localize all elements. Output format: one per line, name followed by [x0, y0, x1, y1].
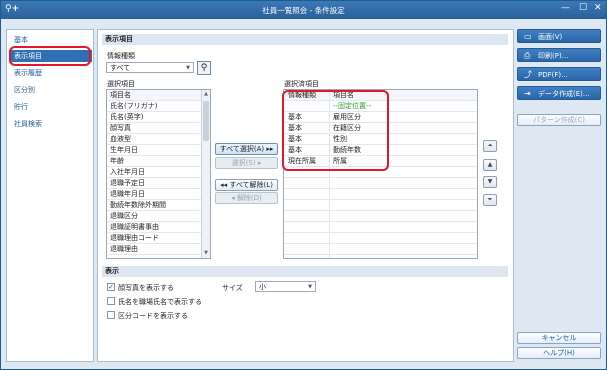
- move-top-button[interactable]: ⏶: [483, 140, 497, 152]
- sidebar-item-display-history[interactable]: 表示履歴: [11, 67, 92, 79]
- selected-label: 選択済項目: [284, 80, 319, 88]
- double-arrow-left-icon: ◂◂: [220, 181, 228, 189]
- selection-header: 項目名: [107, 90, 203, 101]
- scroll-thumb[interactable]: [203, 101, 209, 141]
- show-photo-checkbox[interactable]: ✓: [107, 283, 115, 291]
- search-button[interactable]: ⚲: [197, 61, 211, 75]
- pdf-button[interactable]: ⤴ PDF(F)...: [517, 67, 601, 81]
- workplace-name-label: 氏名を職場氏名で表示する: [118, 298, 202, 306]
- create-pattern-button[interactable]: パターン作成(C): [517, 114, 601, 126]
- move-down-button[interactable]: ▼: [483, 176, 497, 188]
- main-panel: 表示項目 情報種類 すべて ▼ ⚲ 選択項目 項目名 氏名(フリガナ) 氏名(英…: [97, 29, 514, 362]
- info-type-label: 情報種類: [107, 52, 135, 60]
- list-item[interactable]: 退職区分: [107, 211, 203, 222]
- list-item[interactable]: 退職理由コード: [107, 233, 203, 244]
- maximize-icon[interactable]: ☐: [579, 3, 587, 13]
- chevron-down-icon: ▼: [308, 284, 312, 290]
- list-item[interactable]: 退職予定日: [107, 178, 203, 189]
- move-bottom-icon: ⏷: [487, 196, 493, 203]
- deselect-all-button[interactable]: ◂◂ すべて解除(L): [215, 179, 278, 191]
- size-value: 小: [259, 283, 266, 291]
- table-row: [284, 233, 477, 244]
- close-icon[interactable]: ✕: [594, 3, 602, 13]
- create-data-button[interactable]: ⇥ データ作成(E)...: [517, 86, 601, 100]
- info-type-select[interactable]: すべて ▼: [106, 62, 194, 73]
- sidebar: 基本 表示項目 表示履歴 区分別 貯行 社員検索: [6, 29, 94, 362]
- table-row: [284, 244, 477, 255]
- screen-button[interactable]: ▭ 画面(V): [517, 29, 601, 43]
- selection-scrollbar[interactable]: ▲ ▼: [201, 90, 210, 258]
- double-arrow-right-icon: ▸▸: [266, 145, 274, 153]
- selection-label: 選択項目: [107, 80, 135, 88]
- size-select[interactable]: 小 ▼: [255, 281, 316, 292]
- list-item[interactable]: 顔写真: [107, 123, 203, 134]
- move-up-button[interactable]: ▲: [483, 159, 497, 171]
- table-row: [284, 211, 477, 222]
- printer-icon: ⎙: [524, 51, 531, 60]
- category-code-label: 区分コードを表示する: [118, 312, 188, 320]
- scroll-up-icon[interactable]: ▲: [202, 90, 210, 99]
- table-row: [284, 200, 477, 211]
- list-item[interactable]: 勤続年数除外期間: [107, 200, 203, 211]
- cancel-button[interactable]: キャンセル: [517, 332, 601, 344]
- list-item[interactable]: 入社年月日: [107, 167, 203, 178]
- list-item[interactable]: 年齢: [107, 156, 203, 167]
- table-row: [284, 189, 477, 200]
- window-title: 社員一覧照会 - 条件設定: [262, 6, 345, 15]
- arrow-left-icon: ◂: [231, 194, 235, 202]
- move-bottom-button[interactable]: ⏷: [483, 194, 497, 206]
- search-icon: ⚲: [200, 63, 208, 73]
- category-code-checkbox[interactable]: [107, 311, 115, 319]
- dialog-window: ⚲+ 社員一覧照会 - 条件設定 — ☐ ✕ 基本 表示項目 表示履歴 区分別 …: [0, 0, 607, 370]
- workplace-name-checkbox[interactable]: [107, 297, 115, 305]
- section-heading-display: 表示: [102, 266, 508, 277]
- sidebar-item-by-category[interactable]: 区分別: [11, 84, 92, 96]
- section-heading-display-items: 表示項目: [102, 34, 508, 45]
- table-row: [284, 222, 477, 233]
- list-item[interactable]: 血液型: [107, 134, 203, 145]
- move-top-icon: ⏶: [487, 142, 493, 149]
- list-item[interactable]: 氏名(英字): [107, 112, 203, 123]
- list-item[interactable]: 生年月日: [107, 145, 203, 156]
- list-item[interactable]: 退職証明書事由: [107, 222, 203, 233]
- help-button[interactable]: ヘルプ(H): [517, 347, 601, 359]
- sidebar-item-line[interactable]: 貯行: [11, 101, 92, 113]
- action-panel: ▭ 画面(V) ⎙ 印刷(P)... ⤴ PDF(F)... ⇥ データ作成(E…: [517, 29, 601, 360]
- select-all-button[interactable]: すべて選択(A) ▸▸: [215, 143, 278, 155]
- pdf-icon: ⤴: [524, 70, 532, 79]
- selection-list[interactable]: 項目名 氏名(フリガナ) 氏名(英字) 顔写真 血液型 生年月日 年齢 入社年月…: [106, 89, 211, 259]
- scroll-down-icon[interactable]: ▼: [202, 249, 210, 258]
- size-label: サイズ: [222, 284, 243, 292]
- table-row: [284, 178, 477, 189]
- highlight-frame: [9, 46, 91, 66]
- sidebar-item-employee-search[interactable]: 社員検索: [11, 118, 92, 130]
- arrow-right-icon: ▸: [257, 159, 262, 167]
- list-item[interactable]: 退職理由: [107, 244, 203, 255]
- select-button[interactable]: 選択(S) ▸: [215, 157, 278, 169]
- print-button[interactable]: ⎙ 印刷(P)...: [517, 48, 601, 62]
- show-photo-label: 顔写真を表示する: [118, 284, 174, 292]
- chevron-down-icon: ▼: [186, 65, 190, 71]
- list-item[interactable]: 氏名(フリガナ): [107, 101, 203, 112]
- info-type-value: すべて: [110, 64, 131, 72]
- arrow-down-icon: ▼: [487, 178, 493, 185]
- sidebar-item-basic[interactable]: 基本: [11, 34, 92, 46]
- highlight-frame: [282, 90, 389, 171]
- deselect-button[interactable]: ◂ 解除(D): [215, 192, 278, 204]
- list-item[interactable]: 退職年月日: [107, 189, 203, 200]
- export-icon: ⇥: [524, 89, 531, 98]
- title-bar: ⚲+ 社員一覧照会 - 条件設定 — ☐ ✕: [1, 1, 606, 19]
- minimize-icon[interactable]: —: [561, 3, 570, 13]
- screen-icon: ▭: [524, 32, 532, 41]
- arrow-up-icon: ▲: [487, 161, 493, 168]
